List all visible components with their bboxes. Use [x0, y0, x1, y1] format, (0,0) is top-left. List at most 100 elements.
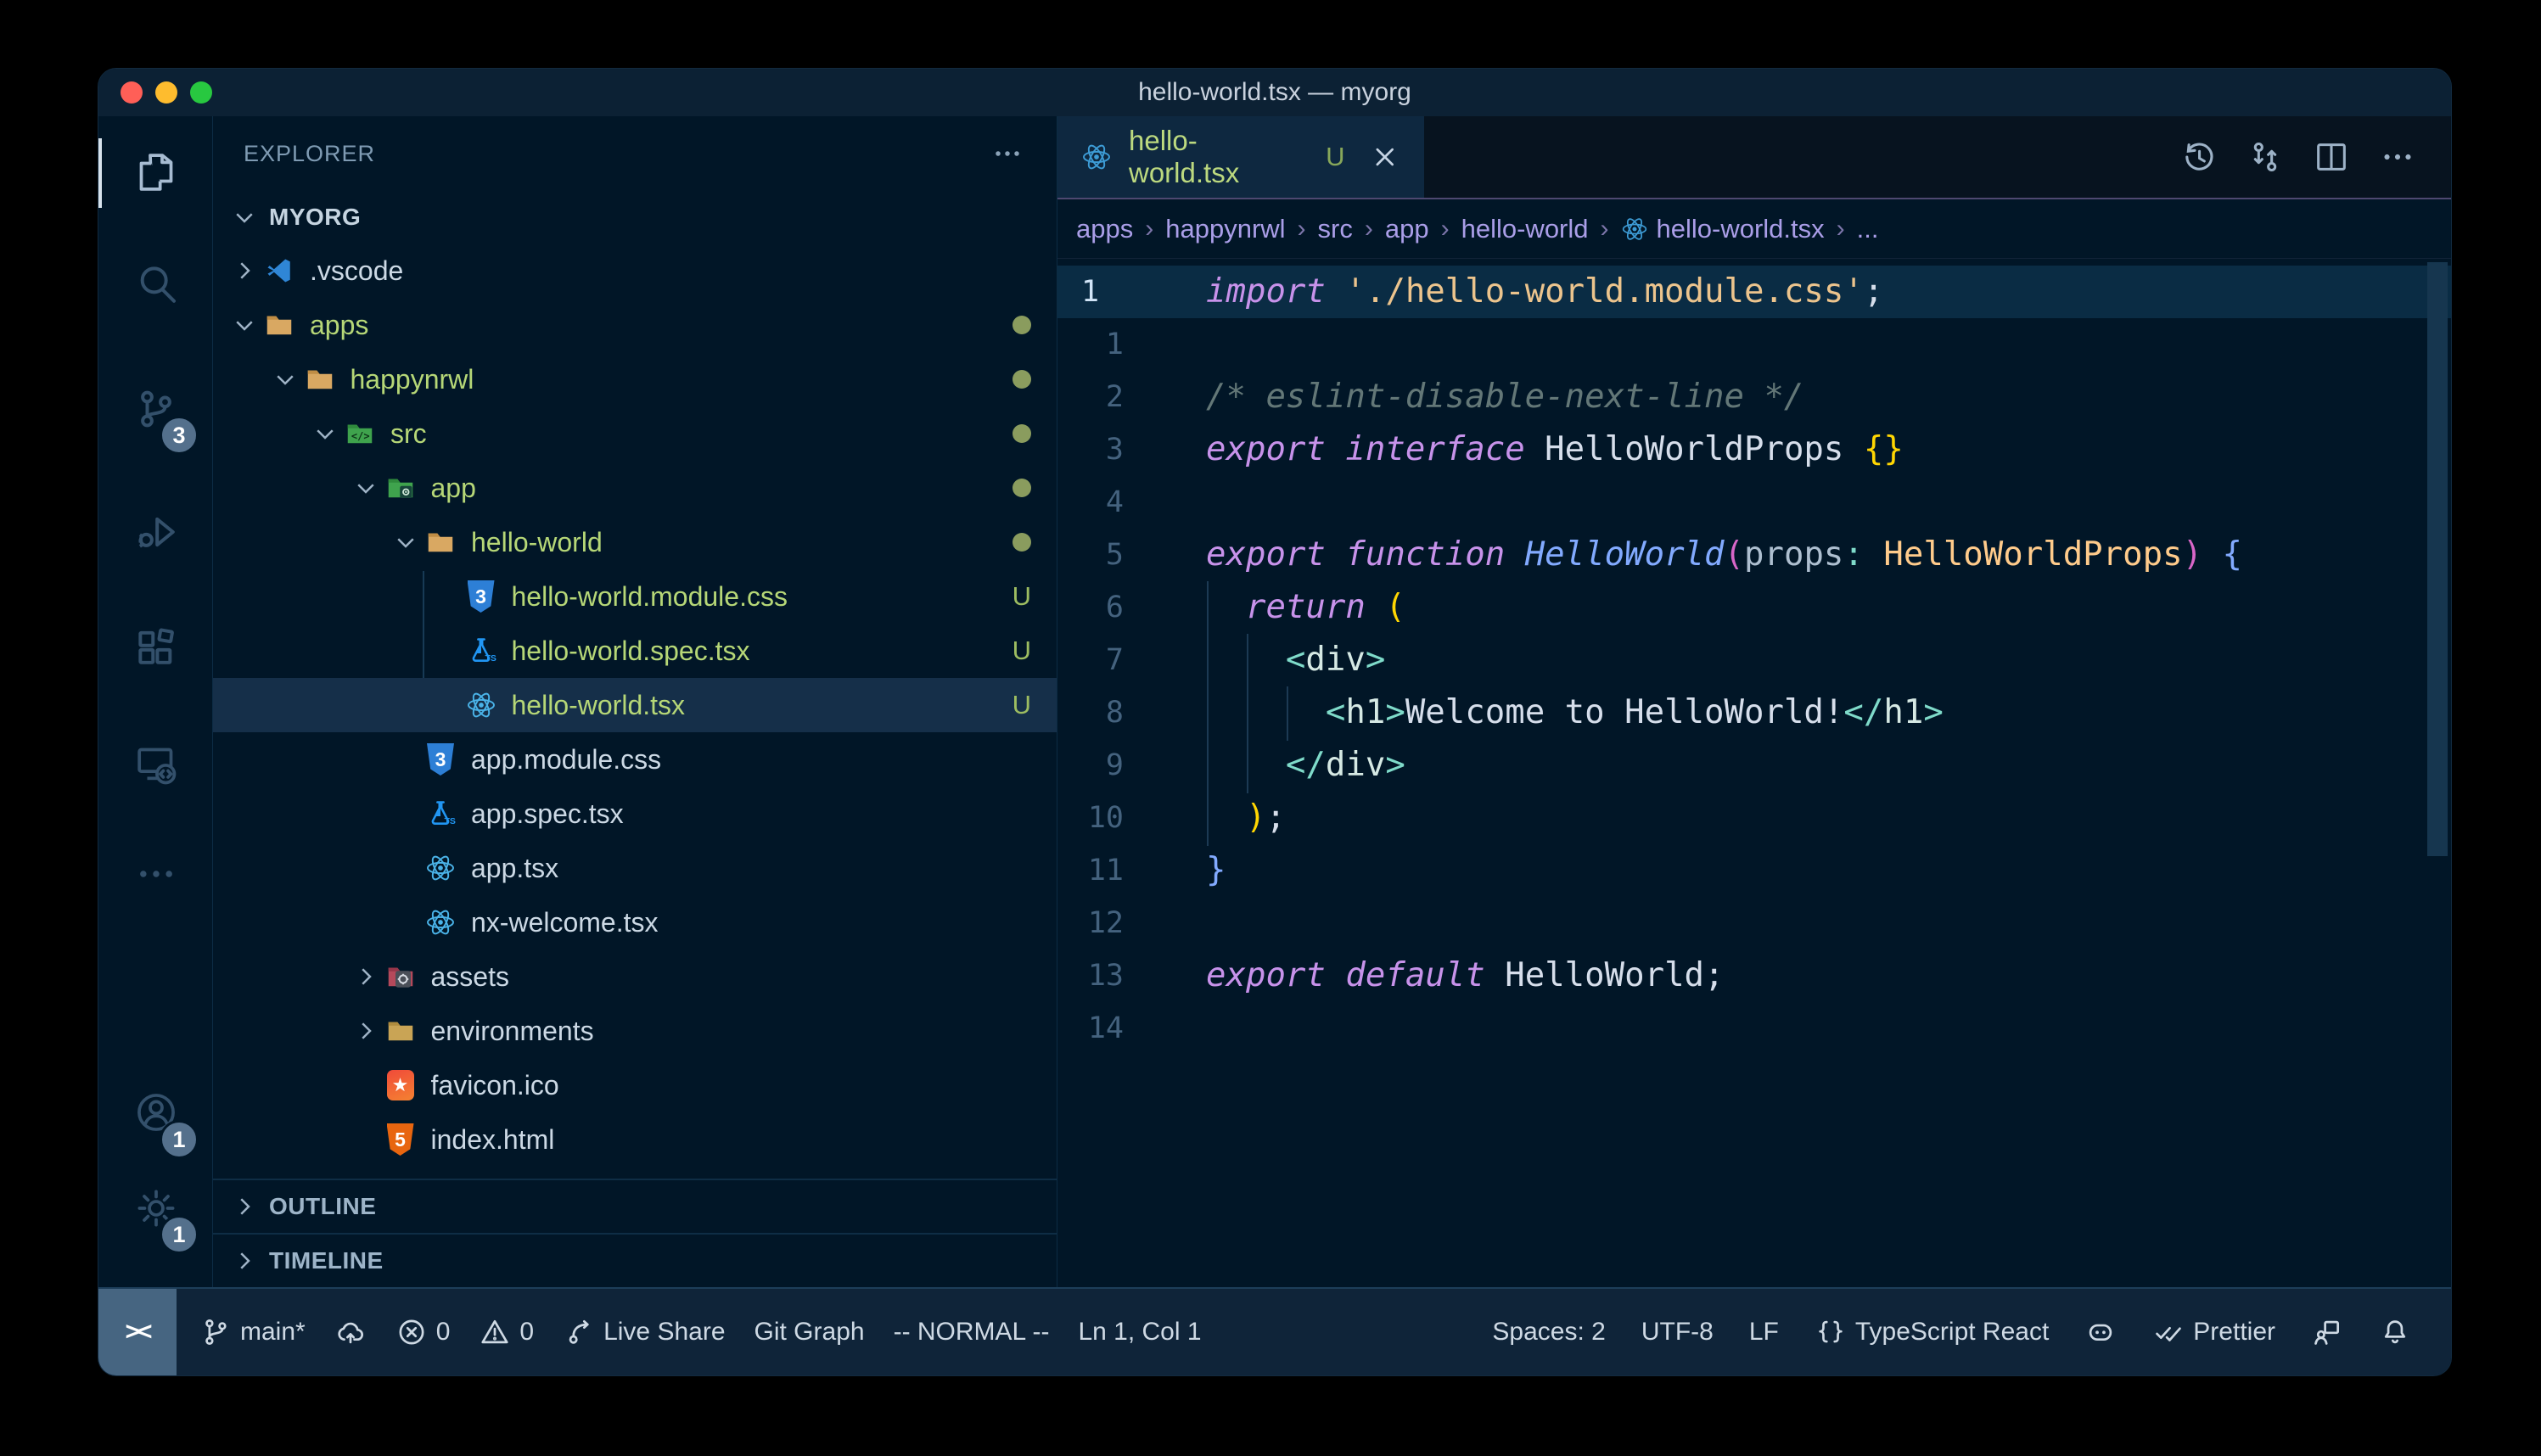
modified-dot-badge: [1012, 479, 1031, 497]
status-label: Ln 1, Col 1: [1078, 1318, 1201, 1347]
close-window-button[interactable]: [121, 81, 143, 104]
chevron-down-icon[interactable]: [393, 529, 418, 555]
timeline-history-icon[interactable]: [2179, 137, 2218, 176]
explorer-more-actions-icon[interactable]: [989, 135, 1026, 172]
status-bar-right: Spaces: 2 UTF-8LFTypeScript React Prettier: [1478, 1289, 2426, 1375]
tree-item-label: app.module.css: [471, 744, 1031, 776]
chevron-right-icon[interactable]: [232, 258, 257, 283]
run-debug-icon[interactable]: [98, 485, 213, 579]
status-encoding[interactable]: UTF-8: [1627, 1289, 1728, 1375]
compare-changes-icon[interactable]: [2246, 137, 2285, 176]
tree-item-hello-world-spec-tsx[interactable]: TShello-world.spec.tsxU: [213, 624, 1057, 678]
breadcrumb-hello-world-tsx[interactable]: hello-world.tsx: [1614, 214, 1831, 244]
tree-item-label: app.tsx: [471, 853, 1031, 884]
breadcrumb-apps[interactable]: apps: [1069, 214, 1140, 244]
warning-icon: [479, 1316, 511, 1348]
status-git-branch[interactable]: main*: [185, 1289, 320, 1375]
tree-item-label: assets: [431, 961, 1032, 993]
status-live-share-contact[interactable]: [2297, 1289, 2358, 1375]
vscode-window: hello-world.tsx — myorg: [98, 68, 2452, 1376]
line-number: 2: [1057, 371, 1142, 423]
chevron-down-icon[interactable]: [353, 475, 379, 501]
status-errors[interactable]: 0: [381, 1289, 465, 1375]
tab-hello-world-tsx[interactable]: hello-world.tsx U: [1057, 116, 1424, 198]
tree-item-hello-world-tsx[interactable]: hello-world.tsxU: [213, 678, 1057, 732]
zoom-window-button[interactable]: [190, 81, 212, 104]
status-copilot[interactable]: [2070, 1289, 2131, 1375]
status-indentation[interactable]: Spaces: 2: [1478, 1289, 1619, 1375]
minimize-window-button[interactable]: [155, 81, 177, 104]
chevron-down-icon[interactable]: [312, 421, 338, 446]
html-icon: 5: [385, 1123, 416, 1156]
code-editor[interactable]: 1import './hello-world.module.css';12/* …: [1057, 259, 2451, 1287]
chevron-right-icon[interactable]: [353, 964, 379, 989]
line-number: 6: [1057, 581, 1142, 634]
status-notifications[interactable]: [2364, 1289, 2426, 1375]
explorer-icon[interactable]: [98, 126, 213, 219]
split-editor-icon[interactable]: [2312, 137, 2351, 176]
status-vim-mode[interactable]: -- NORMAL --: [879, 1289, 1064, 1375]
chevron-down-icon[interactable]: [232, 312, 257, 338]
tree-item-favicon-ico[interactable]: ★favicon.ico: [213, 1058, 1057, 1112]
breadcrumb----[interactable]: ...: [1850, 214, 1886, 244]
close-tab-icon[interactable]: [1370, 142, 1400, 172]
code-line: 8 <h1>Welcome to HelloWorld!</h1>: [1057, 686, 2451, 739]
chevron-right-icon: [232, 1194, 257, 1219]
breadcrumb-separator: ›: [1140, 215, 1158, 244]
tree-item-app[interactable]: app: [213, 461, 1057, 515]
tree-item-hello-world[interactable]: hello-world: [213, 515, 1057, 569]
chevron-down-icon[interactable]: [272, 367, 298, 392]
tree-item-app-tsx[interactable]: app.tsx: [213, 841, 1057, 895]
tree-item-app-spec-tsx[interactable]: TSapp.spec.tsx: [213, 787, 1057, 841]
status-remote-indicator[interactable]: ><: [98, 1289, 177, 1375]
status-git-graph[interactable]: Git Graph: [740, 1289, 879, 1375]
status-cursor-position[interactable]: Ln 1, Col 1: [1063, 1289, 1215, 1375]
breadcrumb-label: hello-world.tsx: [1657, 214, 1825, 244]
breadcrumb-happynrwl[interactable]: happynrwl: [1158, 214, 1292, 244]
extensions-icon[interactable]: [98, 602, 213, 695]
editor-scrollbar[interactable]: [2427, 262, 2448, 856]
folder-env-icon: [385, 1014, 416, 1048]
status-language-mode[interactable]: TypeScript React: [1800, 1289, 2063, 1375]
breadcrumb-label: app: [1385, 214, 1429, 244]
tree-item-src[interactable]: </>src: [213, 406, 1057, 461]
more-views-icon[interactable]: [98, 827, 213, 921]
timeline-panel-header[interactable]: TIMELINE: [213, 1233, 1057, 1287]
code-line: 10 );: [1057, 792, 2451, 844]
tree-item-app-module-css[interactable]: 3app.module.css: [213, 732, 1057, 787]
remote-explorer-icon[interactable]: [98, 718, 213, 811]
more-editor-actions-icon[interactable]: [2378, 137, 2417, 176]
file-tree: .vscodeappshappynrwl</>srcapphello-world…: [213, 244, 1057, 1179]
status-label: -- NORMAL --: [894, 1318, 1050, 1347]
breadcrumb-src[interactable]: src: [1311, 214, 1360, 244]
tree-item-happynrwl[interactable]: happynrwl: [213, 352, 1057, 406]
titlebar: hello-world.tsx — myorg: [98, 69, 2451, 116]
search-icon[interactable]: [98, 238, 213, 331]
css-icon: 3: [466, 580, 496, 613]
liveshare-icon: [563, 1316, 595, 1348]
tree-item-index-html[interactable]: 5index.html: [213, 1112, 1057, 1167]
breadcrumb-label: apps: [1076, 214, 1133, 244]
tree-item-environments[interactable]: environments: [213, 1004, 1057, 1058]
tree-item-hello-world-module-css[interactable]: 3hello-world.module.cssU: [213, 569, 1057, 624]
status-sync[interactable]: [320, 1289, 381, 1375]
status-bar-left: ><main*00Live ShareGit Graph-- NORMAL --…: [98, 1289, 1478, 1375]
status-prettier[interactable]: Prettier: [2138, 1289, 2290, 1375]
status-warnings[interactable]: 0: [464, 1289, 548, 1375]
outline-panel-header[interactable]: OUTLINE: [213, 1179, 1057, 1233]
project-section-header[interactable]: MYORG: [213, 191, 1057, 244]
chevron-right-icon[interactable]: [353, 1018, 379, 1044]
tree-item--vscode[interactable]: .vscode: [213, 244, 1057, 298]
status-eol[interactable]: LF: [1735, 1289, 1793, 1375]
tree-item-assets[interactable]: assets: [213, 949, 1057, 1004]
breadcrumb-app[interactable]: app: [1378, 214, 1436, 244]
folder-src-icon: </>: [345, 417, 375, 451]
breadcrumb-separator: ›: [1293, 215, 1311, 244]
line-number: 12: [1057, 897, 1142, 949]
tree-item-nx-welcome-tsx[interactable]: nx-welcome.tsx: [213, 895, 1057, 949]
tree-item-apps[interactable]: apps: [213, 298, 1057, 352]
code-line: 12: [1057, 897, 2451, 949]
status-live-share[interactable]: Live Share: [548, 1289, 739, 1375]
status-label: Spaces: 2: [1492, 1318, 1605, 1347]
breadcrumb-hello-world[interactable]: hello-world: [1455, 214, 1596, 244]
